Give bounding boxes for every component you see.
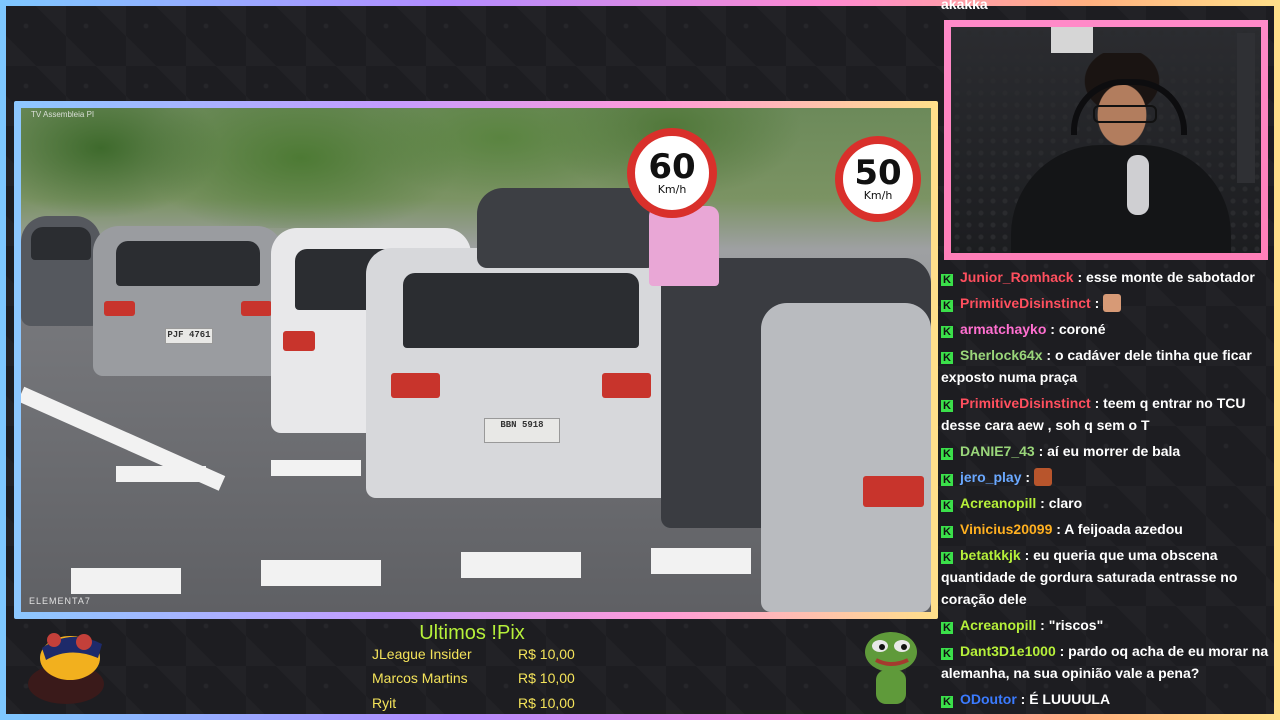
chat-text: : A feijoada azedou	[1052, 521, 1183, 537]
chat-username[interactable]: Dant3D1e1000	[960, 643, 1056, 659]
chat-username[interactable]: PrimitiveDisinstinct	[960, 295, 1091, 311]
chat-message: Kjero_play :	[941, 466, 1271, 488]
chat-message: K Junior_Romhack : esse monte de sabotado…	[941, 266, 1271, 288]
chat-message: K Sherlock64x : o cadáver dele tinha que …	[941, 344, 1271, 388]
car-silver-main: BBN 5918	[366, 248, 676, 498]
crosswalk-stripe	[651, 548, 751, 574]
chat-username[interactable]: Acreanopill	[960, 617, 1036, 633]
pepe-frog-icon	[865, 632, 917, 704]
chat-message: K Vinicius20099 : A feijoada azedou	[941, 518, 1271, 540]
chat-partial-message: akakka	[941, 0, 988, 12]
webcam-feed	[951, 27, 1261, 253]
face-emote-icon	[1033, 468, 1052, 486]
chat-text: : aí eu morrer de bala	[1034, 443, 1181, 459]
shelf	[1237, 33, 1255, 183]
crosswalk-stripe	[271, 460, 361, 476]
microphone-icon	[1127, 155, 1149, 215]
chat-message: K Acreanopill : claro	[941, 492, 1271, 514]
kick-badge-icon: K	[941, 300, 953, 312]
chat-message: K PrimitiveDisinstinct :	[941, 292, 1271, 314]
kick-badge-icon: K	[941, 474, 953, 486]
donor-name: JLeague Insider	[372, 646, 472, 662]
license-plate-main: BBN 5918	[483, 418, 561, 443]
trees-background	[21, 108, 931, 228]
car-silver-right	[761, 303, 931, 612]
chat-message: K PrimitiveDisinstinct : teem q entrar no…	[941, 392, 1271, 436]
kick-badge-icon: K	[941, 552, 953, 564]
crosswalk-stripe	[116, 466, 206, 482]
kick-badge-icon: K	[941, 352, 953, 364]
car-dark-left	[21, 216, 101, 326]
kick-badge-icon: K	[941, 526, 953, 538]
chat-username[interactable]: ODoutor	[960, 691, 1017, 707]
chat-username[interactable]: jero_play	[960, 469, 1021, 485]
chat-message: K DANIE7_43 : aí eu morrer de bala	[941, 440, 1271, 462]
donation-amount: R$ 10,00	[518, 670, 575, 686]
chat-username[interactable]: DANIE7_43	[960, 443, 1035, 459]
chat-message: K Dant3D1e1000 : pardo oq acha de eu mora…	[941, 640, 1271, 684]
video-player[interactable]: PJF 4761 BBN 5918 60 Km/h 50 Km/h TV Ass…	[21, 108, 931, 612]
chat-panel: K Junior_Romhack : esse monte de sabotado…	[941, 266, 1271, 716]
chat-text: :	[1090, 295, 1104, 311]
crosswalk-stripe	[71, 568, 181, 594]
chat-message: K Acreanopill : "riscos"	[941, 614, 1271, 636]
chat-username[interactable]: betatkkjk	[960, 547, 1021, 563]
chat-username[interactable]: Acreanopill	[960, 495, 1036, 511]
chat-username[interactable]: Sherlock64x	[960, 347, 1043, 363]
license-plate: PJF 4761	[165, 328, 213, 344]
car-suv-dark	[477, 188, 657, 268]
chat-text: : claro	[1036, 495, 1083, 511]
chat-text: :	[1021, 469, 1034, 485]
car-gray: PJF 4761	[93, 226, 283, 376]
chat-text: : coroné	[1046, 321, 1106, 337]
wall-picture	[1051, 27, 1093, 53]
donor-name: Ryit	[372, 695, 397, 711]
kick-badge-icon: K	[941, 274, 953, 286]
donor-name: Marcos Martins	[372, 670, 468, 686]
donation-amount: R$ 10,00	[518, 646, 575, 662]
kick-badge-icon: K	[941, 448, 953, 460]
kick-badge-icon: K	[941, 648, 953, 660]
chat-message: Karmatchayko : coroné	[941, 318, 1271, 340]
watermark-element: ELEMENTA7	[29, 596, 91, 606]
glasses	[1093, 105, 1157, 123]
chat-text: : É LUUUULA	[1016, 691, 1111, 707]
speed-sign-50: 50 Km/h	[835, 136, 921, 222]
chat-message: Kbetatkkjk : eu queria que uma obscena q…	[941, 544, 1271, 610]
crosswalk-stripe	[461, 552, 581, 578]
chat-username[interactable]: armatchayko	[960, 321, 1046, 337]
kick-badge-icon: K	[941, 500, 953, 512]
chat-username[interactable]: PrimitiveDisinstinct	[960, 395, 1091, 411]
mascot-left-icon	[28, 633, 104, 704]
motorcyclist	[649, 206, 719, 286]
speed-sign-60: 60 Km/h	[627, 128, 717, 218]
chat-text: : esse monte de sabotador	[1073, 269, 1255, 285]
chat-username[interactable]: Vinicius20099	[960, 521, 1052, 537]
kick-badge-icon: K	[941, 400, 953, 412]
watermark-tv: TV Assembleia PI	[31, 110, 95, 119]
pix-title: Ultimos !Pix	[419, 622, 525, 644]
kick-badge-icon: K	[941, 326, 953, 338]
kick-badge-icon: K	[941, 622, 953, 634]
chat-text: : "riscos"	[1036, 617, 1104, 633]
hand-emote-icon	[1103, 294, 1122, 312]
chat-message: K ODoutor : É LUUUULA	[941, 688, 1271, 710]
donation-amount: R$ 10,00	[518, 695, 575, 711]
kick-badge-icon: K	[941, 696, 953, 708]
chat-username[interactable]: Junior_Romhack	[960, 269, 1074, 285]
crosswalk-stripe	[261, 560, 381, 586]
